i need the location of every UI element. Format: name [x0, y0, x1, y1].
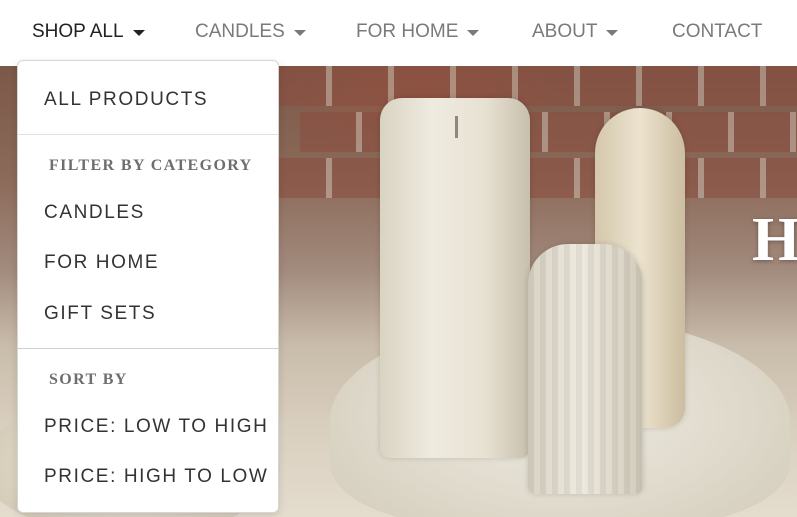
menu-item-price-low-to-high[interactable]: PRICE: LOW TO HIGH: [44, 416, 268, 438]
candle-ribbed-shape: [528, 244, 643, 494]
nav-about-label: ABOUT: [532, 21, 598, 42]
chevron-down-icon: [293, 30, 306, 36]
brick-wall-row: [270, 66, 797, 106]
nav-contact[interactable]: CONTACT: [672, 20, 762, 44]
menu-item-gift-sets[interactable]: GIFT SETS: [44, 303, 156, 325]
filter-by-category-header: FILTER BY CATEGORY: [49, 157, 253, 174]
chevron-down-icon: [132, 30, 145, 36]
hero-headline: H: [752, 206, 797, 274]
nav-about[interactable]: ABOUT: [532, 20, 619, 44]
chevron-down-icon: [606, 30, 619, 36]
nav-contact-label: CONTACT: [672, 21, 763, 42]
brick-wall-row: [300, 112, 797, 152]
top-navigation: SHOP ALL CANDLES FOR HOME ABOUT CONTACT: [0, 0, 797, 66]
nav-for-home[interactable]: FOR HOME: [356, 20, 480, 44]
nav-for-home-label: FOR HOME: [356, 21, 459, 42]
menu-item-price-high-to-low[interactable]: PRICE: HIGH TO LOW: [44, 466, 268, 488]
shop-all-dropdown-menu: ALL PRODUCTS FILTER BY CATEGORY CANDLES …: [17, 60, 279, 513]
brick-wall-row: [270, 158, 797, 198]
menu-divider: [18, 348, 278, 349]
nav-shop-all-label: SHOP ALL: [32, 21, 124, 42]
menu-item-candles[interactable]: CANDLES: [44, 202, 145, 224]
nav-candles-label: CANDLES: [195, 21, 285, 42]
menu-item-all-products[interactable]: ALL PRODUCTS: [44, 89, 208, 111]
menu-item-for-home[interactable]: FOR HOME: [44, 252, 159, 274]
nav-candles[interactable]: CANDLES: [195, 20, 306, 44]
menu-divider: [18, 134, 278, 135]
candle-wick: [455, 116, 458, 138]
chevron-down-icon: [467, 30, 480, 36]
nav-shop-all[interactable]: SHOP ALL: [32, 20, 145, 44]
candle-pillar-shape: [380, 98, 530, 458]
sort-by-header: SORT BY: [49, 371, 128, 388]
